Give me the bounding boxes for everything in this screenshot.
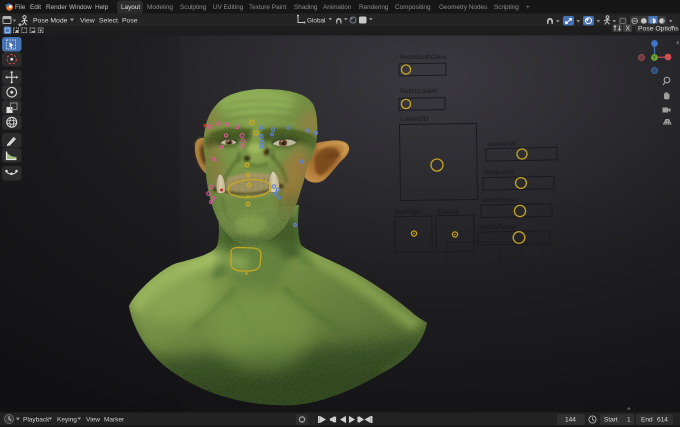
svg-text:Render: Render xyxy=(46,4,68,11)
svg-text:Global: Global xyxy=(307,17,325,24)
svg-text:View: View xyxy=(86,417,100,424)
svg-text:Geometry Nodes: Geometry Nodes xyxy=(439,4,487,11)
svg-text:Edit: Edit xyxy=(30,4,41,11)
svg-text:SwitchLookAt: SwitchLookAt xyxy=(400,88,438,95)
svg-text:mouthFunnel: mouthFunnel xyxy=(482,197,518,204)
svg-text:UV Editing: UV Editing xyxy=(213,4,244,11)
svg-text:614: 614 xyxy=(657,417,668,424)
svg-text:Compositing: Compositing xyxy=(395,4,431,11)
svg-text:forceMouthClose: forceMouthClose xyxy=(400,54,447,61)
svg-text:EyeRight: EyeRight xyxy=(396,209,421,216)
svg-text:Scripting: Scripting xyxy=(494,4,519,11)
svg-text:Pose Mode: Pose Mode xyxy=(33,18,68,25)
svg-text:End: End xyxy=(641,417,653,424)
svg-text:Select: Select xyxy=(99,18,118,25)
svg-text:File: File xyxy=(15,4,26,11)
svg-text:X: X xyxy=(625,25,630,32)
svg-text:Marker: Marker xyxy=(104,417,125,424)
svg-text:LookAt2D: LookAt2D xyxy=(401,116,429,123)
svg-text:mouthPucker: mouthPucker xyxy=(480,224,516,231)
svg-text:EyeLeft: EyeLeft xyxy=(438,209,459,216)
svg-text:Animation: Animation xyxy=(323,4,352,11)
svg-text:View: View xyxy=(80,18,95,25)
svg-text:1: 1 xyxy=(627,417,631,424)
svg-text:+: + xyxy=(526,4,530,11)
svg-text:Keying: Keying xyxy=(57,417,77,424)
svg-text:Texture Paint: Texture Paint xyxy=(249,4,287,11)
svg-text:Pose: Pose xyxy=(122,18,138,25)
svg-text:Sculpting: Sculpting xyxy=(180,4,207,11)
svg-text:Modeling: Modeling xyxy=(147,4,173,11)
svg-text:Shading: Shading xyxy=(294,4,318,11)
svg-text:Start: Start xyxy=(604,417,618,424)
svg-text:Playback: Playback xyxy=(23,417,50,424)
svg-text:Rendering: Rendering xyxy=(359,4,389,11)
svg-text:Layout: Layout xyxy=(121,4,140,11)
svg-text:cheekPuff: cheekPuff xyxy=(488,141,516,148)
svg-text:Help: Help xyxy=(95,4,109,11)
svg-text:Window: Window xyxy=(69,4,92,11)
svg-text:144: 144 xyxy=(565,417,576,424)
svg-text:tongueOut: tongueOut xyxy=(485,169,514,176)
